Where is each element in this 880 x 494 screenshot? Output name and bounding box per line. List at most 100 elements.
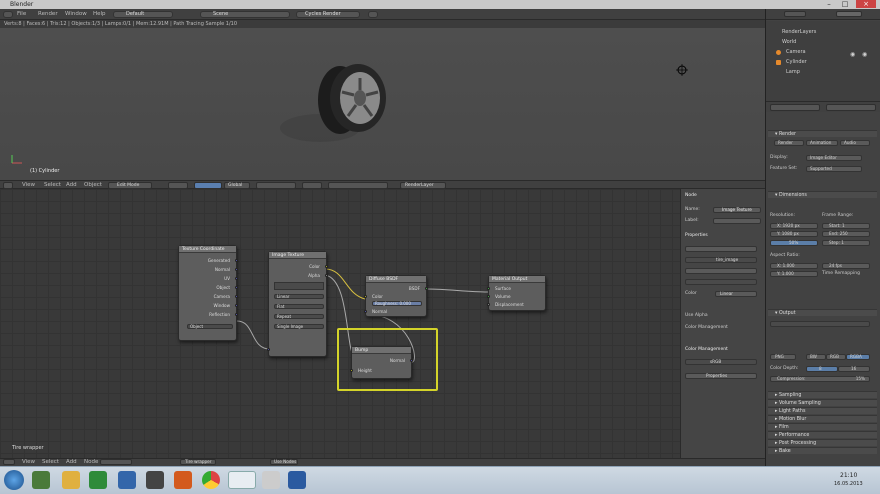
node-name-field[interactable]: Image Texture [713, 207, 761, 213]
shading-selector[interactable] [168, 182, 188, 189]
input-socket[interactable] [487, 303, 490, 306]
feature-set-selector[interactable]: Supported [806, 166, 862, 172]
depth-8-toggle[interactable]: 8 [806, 366, 838, 372]
node-diffuse-bsdf[interactable]: Diffuse BSDF BSDF Color Roughness: 0.000… [364, 275, 428, 317]
frame-step-field[interactable]: Step: 1 [822, 240, 870, 246]
output-socket[interactable] [325, 274, 328, 277]
menu-render[interactable]: Render [38, 10, 58, 19]
properties-button[interactable]: Properties [685, 373, 757, 379]
3d-viewport[interactable]: (1) Cylinder [0, 28, 765, 180]
format-selector[interactable]: PNG [770, 354, 796, 360]
color-space-field[interactable]: Linear [715, 291, 757, 297]
projection-field[interactable]: Flat [274, 304, 324, 309]
display-selector[interactable]: Image Editor [806, 155, 862, 161]
animation-button[interactable]: Animation [806, 140, 838, 146]
outliner[interactable]: RenderLayers World Camera Cylinder Lamp … [766, 21, 880, 101]
sampling-header[interactable]: ▸ Sampling [768, 391, 877, 398]
object-field[interactable]: Object [187, 324, 233, 329]
scene-selector[interactable]: Scene [200, 11, 290, 18]
media-icon[interactable] [146, 471, 164, 489]
input-socket[interactable] [350, 369, 353, 372]
outliner-item[interactable]: RenderLayers [782, 29, 816, 35]
roughness-field[interactable]: Roughness: 0.000 [372, 301, 422, 306]
res-percent-field[interactable]: 50% [770, 240, 818, 246]
shield-icon[interactable] [118, 471, 136, 489]
blender-icon[interactable] [228, 471, 256, 489]
layers-button[interactable] [302, 182, 322, 189]
frame-end-field[interactable]: End: 250 [822, 231, 870, 237]
image-filepath-field[interactable] [685, 279, 757, 285]
use-nodes-toggle[interactable]: Use Nodes [270, 459, 298, 465]
menu-node[interactable]: Node [84, 458, 98, 466]
outliner-search-field[interactable] [836, 11, 862, 17]
film-header[interactable]: ▸ Film [768, 423, 877, 430]
mode-selector[interactable]: Edit Mode [108, 182, 152, 189]
taskbar-app-icon[interactable] [288, 471, 306, 489]
compression-slider[interactable]: Compression: 15% [770, 376, 870, 382]
excel-icon[interactable] [89, 471, 107, 489]
post-processing-header[interactable]: ▸ Post Processing [768, 439, 877, 446]
image-source-field[interactable] [685, 268, 757, 274]
output-socket[interactable] [425, 287, 428, 290]
node-material-output[interactable]: Material Output Surface Volume Displacem… [487, 275, 546, 311]
close-button[interactable]: × [856, 0, 876, 8]
image-browse-toolbar[interactable] [274, 282, 324, 290]
input-socket[interactable] [364, 295, 367, 298]
menu-add[interactable]: Add [66, 458, 77, 466]
maximize-button[interactable]: □ [838, 0, 852, 8]
orientation-selector[interactable]: Global [224, 182, 250, 189]
outliner-item[interactable]: Lamp [786, 69, 800, 75]
pivot-button[interactable] [194, 182, 222, 189]
input-socket[interactable] [364, 310, 367, 313]
render-panel-header[interactable]: ▾ Render [768, 130, 877, 137]
snap-tools[interactable] [256, 182, 296, 189]
rgba-toggle[interactable]: RGBA [846, 354, 870, 360]
editor-type-button[interactable] [3, 459, 15, 465]
node-texture-coordinate[interactable]: Texture Coordinate Generated Normal UV O… [178, 245, 238, 341]
render-layer-selector[interactable]: RenderLayer [400, 182, 446, 189]
layout-selector[interactable]: Default [113, 11, 173, 18]
overlay-buttons[interactable] [328, 182, 388, 189]
bake-header[interactable]: ▸ Bake [768, 447, 877, 454]
output-socket[interactable] [235, 286, 238, 289]
output-socket[interactable] [235, 295, 238, 298]
menu-view[interactable]: View [22, 458, 35, 466]
minimize-button[interactable]: – [822, 0, 836, 8]
depth-16-toggle[interactable]: 16 [838, 366, 870, 372]
node-editor[interactable]: Texture Coordinate Generated Normal UV O… [0, 189, 680, 458]
volume-sampling-header[interactable]: ▸ Volume Sampling [768, 399, 877, 406]
outliner-item[interactable]: Camera [786, 49, 806, 55]
output-header[interactable]: ▾ Output [768, 309, 877, 316]
output-path-field[interactable] [770, 321, 870, 327]
paint-icon[interactable] [262, 471, 280, 489]
taskbar-app-icon[interactable] [32, 471, 50, 489]
menu-help[interactable]: Help [93, 10, 106, 19]
output-socket[interactable] [235, 259, 238, 262]
node-image-texture[interactable]: Image Texture Color Alpha Linear Flat Re… [267, 251, 328, 357]
menu-window[interactable]: Window [65, 10, 87, 19]
shader-type-buttons[interactable] [100, 459, 132, 465]
output-socket[interactable] [235, 304, 238, 307]
interpolation-field[interactable]: Linear [274, 294, 324, 299]
source-field[interactable]: Single Image [274, 324, 324, 329]
rgb-toggle[interactable]: RGB [826, 354, 846, 360]
node-tree-selector[interactable]: Tire wrapper [180, 459, 216, 465]
light-paths-header[interactable]: ▸ Light Paths [768, 407, 877, 414]
input-socket[interactable] [487, 287, 490, 290]
folder-icon[interactable] [62, 471, 80, 489]
start-button[interactable] [4, 470, 24, 490]
aspect-y-field[interactable]: Y: 1.000 [770, 271, 818, 277]
editor-type-button[interactable] [3, 182, 13, 189]
menu-file[interactable]: File [17, 10, 26, 19]
image-selector[interactable] [685, 246, 757, 252]
menu-select[interactable]: Select [42, 458, 59, 466]
use-alpha-label[interactable]: Use Alpha [685, 313, 708, 318]
res-y-field[interactable]: Y: 1080 px [770, 231, 818, 237]
output-socket[interactable] [235, 313, 238, 316]
frame-start-field[interactable]: Start: 1 [822, 223, 870, 229]
outliner-item[interactable]: World [782, 39, 796, 45]
output-socket[interactable] [410, 359, 413, 362]
output-socket[interactable] [235, 268, 238, 271]
scene-add-button[interactable] [368, 11, 378, 18]
render-engine-selector[interactable]: Cycles Render [296, 11, 360, 18]
